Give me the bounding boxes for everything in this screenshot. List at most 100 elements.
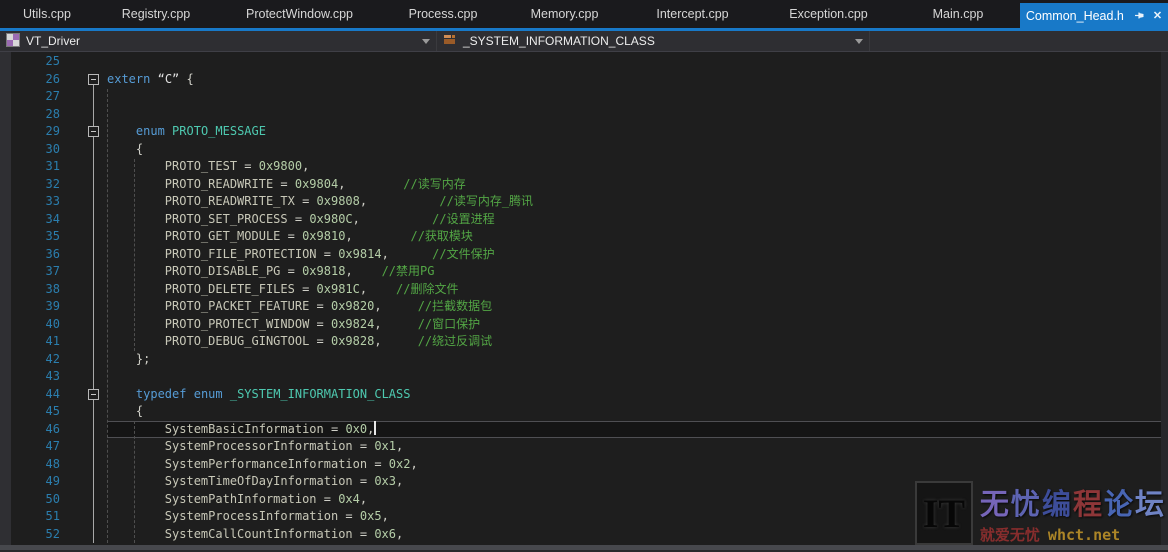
- tab-Memory.cpp[interactable]: Memory.cpp: [505, 0, 624, 28]
- code-text[interactable]: [107, 53, 1168, 71]
- code-segment-num: 0x2: [389, 457, 411, 471]
- vertical-scrollbar[interactable]: [1161, 52, 1168, 545]
- code-segment-id: PROTO_PACKET_FEATURE: [165, 299, 310, 313]
- code-text[interactable]: extern “C” {: [107, 71, 1168, 89]
- code-text[interactable]: PROTO_GET_MODULE = 0x9810, //获取模块: [107, 228, 1168, 246]
- line-number[interactable]: 31: [0, 158, 62, 176]
- line-number[interactable]: 42: [0, 351, 62, 369]
- code-line-31: 31 PROTO_TEST = 0x9800,: [0, 158, 1168, 176]
- code-text[interactable]: enum PROTO_MESSAGE: [107, 123, 1168, 141]
- line-number[interactable]: 26: [0, 71, 62, 89]
- code-text[interactable]: {: [107, 403, 1168, 421]
- tab-label: ProtectWindow.cpp: [246, 7, 353, 21]
- line-number[interactable]: 30: [0, 141, 62, 159]
- code-text[interactable]: PROTO_FILE_PROTECTION = 0x9814, //文件保护: [107, 246, 1168, 264]
- tab-Registry.cpp[interactable]: Registry.cpp: [94, 0, 218, 28]
- line-number[interactable]: 44: [0, 386, 62, 404]
- line-number[interactable]: 51: [0, 508, 62, 526]
- line-number[interactable]: 50: [0, 491, 62, 509]
- line-number[interactable]: 35: [0, 228, 62, 246]
- tab-Process.cpp[interactable]: Process.cpp: [381, 0, 505, 28]
- code-text[interactable]: PROTO_READWRITE = 0x9804, //读写内存: [107, 176, 1168, 194]
- line-number[interactable]: 33: [0, 193, 62, 211]
- code-text[interactable]: {: [107, 141, 1168, 159]
- code-segment-plain: =: [353, 527, 375, 541]
- chevron-down-icon[interactable]: [422, 39, 430, 44]
- line-number[interactable]: 39: [0, 298, 62, 316]
- line-number[interactable]: 43: [0, 368, 62, 386]
- code-segment-plain: =: [353, 474, 375, 488]
- project-dropdown[interactable]: VT_Driver: [0, 31, 437, 51]
- code-segment-plain: =: [295, 282, 317, 296]
- line-number[interactable]: 38: [0, 281, 62, 299]
- chevron-down-icon[interactable]: [855, 39, 863, 44]
- line-number[interactable]: 32: [0, 176, 62, 194]
- code-segment-id: SystemBasicInformation: [165, 422, 324, 436]
- indent-guide: [107, 89, 108, 543]
- code-text[interactable]: SystemPerformanceInformation = 0x2,: [107, 456, 1168, 474]
- line-number[interactable]: 34: [0, 211, 62, 229]
- code-line-35: 35 PROTO_GET_MODULE = 0x9810, //获取模块: [0, 228, 1168, 246]
- line-number[interactable]: 28: [0, 106, 62, 124]
- tab-Exception.cpp[interactable]: Exception.cpp: [761, 0, 896, 28]
- tab-Intercept.cpp[interactable]: Intercept.cpp: [624, 0, 761, 28]
- code-text[interactable]: SystemProcessorInformation = 0x1,: [107, 438, 1168, 456]
- collapse-region-icon[interactable]: [88, 389, 99, 400]
- line-number[interactable]: 46: [0, 421, 62, 439]
- code-text[interactable]: PROTO_PROTECT_WINDOW = 0x9824, //窗口保护: [107, 316, 1168, 334]
- horizontal-scrollbar[interactable]: [0, 545, 1168, 552]
- code-text[interactable]: PROTO_SET_PROCESS = 0x980C, //设置进程: [107, 211, 1168, 229]
- code-text[interactable]: [107, 106, 1168, 124]
- indent-guide: [134, 159, 135, 351]
- code-text[interactable]: SystemBasicInformation = 0x0,: [107, 421, 1168, 439]
- close-icon[interactable]: ✕: [1153, 9, 1162, 22]
- tab-ProtectWindow.cpp[interactable]: ProtectWindow.cpp: [218, 0, 381, 28]
- code-text[interactable]: PROTO_DELETE_FILES = 0x981C, //删除文件: [107, 281, 1168, 299]
- line-number[interactable]: 29: [0, 123, 62, 141]
- code-segment-num: 0x981C: [317, 282, 360, 296]
- code-segment-plain: ,: [382, 247, 389, 261]
- line-number[interactable]: 37: [0, 263, 62, 281]
- code-text[interactable]: PROTO_READWRITE_TX = 0x9808, //读写内存_腾讯: [107, 193, 1168, 211]
- line-number[interactable]: 36: [0, 246, 62, 264]
- fold-margin: [62, 211, 107, 229]
- code-segment-plain: ,: [410, 457, 417, 471]
- code-segment-plain: ,: [374, 299, 381, 313]
- collapse-region-icon[interactable]: [88, 74, 99, 85]
- fold-margin: [62, 508, 107, 526]
- watermark-title-char: 忧: [1011, 489, 1042, 521]
- tab-Utils.cpp[interactable]: Utils.cpp: [0, 0, 94, 28]
- code-text[interactable]: PROTO_PACKET_FEATURE = 0x9820, //拦截数据包: [107, 298, 1168, 316]
- tab-Common_Head.h[interactable]: Common_Head.h✕: [1020, 3, 1168, 28]
- line-number[interactable]: 40: [0, 316, 62, 334]
- line-number[interactable]: 48: [0, 456, 62, 474]
- code-line-48: 48 SystemPerformanceInformation = 0x2,: [0, 456, 1168, 474]
- code-text[interactable]: [107, 88, 1168, 106]
- code-segment-plain: {: [107, 142, 143, 156]
- line-number[interactable]: 27: [0, 88, 62, 106]
- code-text[interactable]: PROTO_TEST = 0x9800,: [107, 158, 1168, 176]
- line-number[interactable]: 49: [0, 473, 62, 491]
- code-text[interactable]: typedef enum _SYSTEM_INFORMATION_CLASS: [107, 386, 1168, 404]
- code-text[interactable]: };: [107, 351, 1168, 369]
- code-segment-type: PROTO_MESSAGE: [172, 124, 266, 138]
- tab-Main.cpp[interactable]: Main.cpp: [896, 0, 1020, 28]
- code-segment-id: PROTO_GET_MODULE: [165, 229, 281, 243]
- code-segment-id: PROTO_READWRITE_TX: [165, 194, 295, 208]
- pin-icon[interactable]: [1134, 10, 1145, 21]
- line-number[interactable]: 41: [0, 333, 62, 351]
- type-dropdown[interactable]: _SYSTEM_INFORMATION_CLASS: [437, 31, 870, 51]
- tab-label: Registry.cpp: [122, 7, 191, 21]
- line-number[interactable]: 45: [0, 403, 62, 421]
- code-segment-id: SystemCallCountInformation: [165, 527, 353, 541]
- minus-glyph: [91, 394, 96, 395]
- code-text[interactable]: PROTO_DEBUG_GINGTOOL = 0x9828, //绕过反调试: [107, 333, 1168, 351]
- tab-label: Memory.cpp: [531, 7, 599, 21]
- code-text[interactable]: [107, 368, 1168, 386]
- line-number[interactable]: 52: [0, 526, 62, 544]
- line-number[interactable]: 25: [0, 53, 62, 71]
- collapse-region-icon[interactable]: [88, 126, 99, 137]
- code-text[interactable]: PROTO_DISABLE_PG = 0x9818, //禁用PG: [107, 263, 1168, 281]
- line-number[interactable]: 47: [0, 438, 62, 456]
- code-segment-plain: =: [309, 317, 331, 331]
